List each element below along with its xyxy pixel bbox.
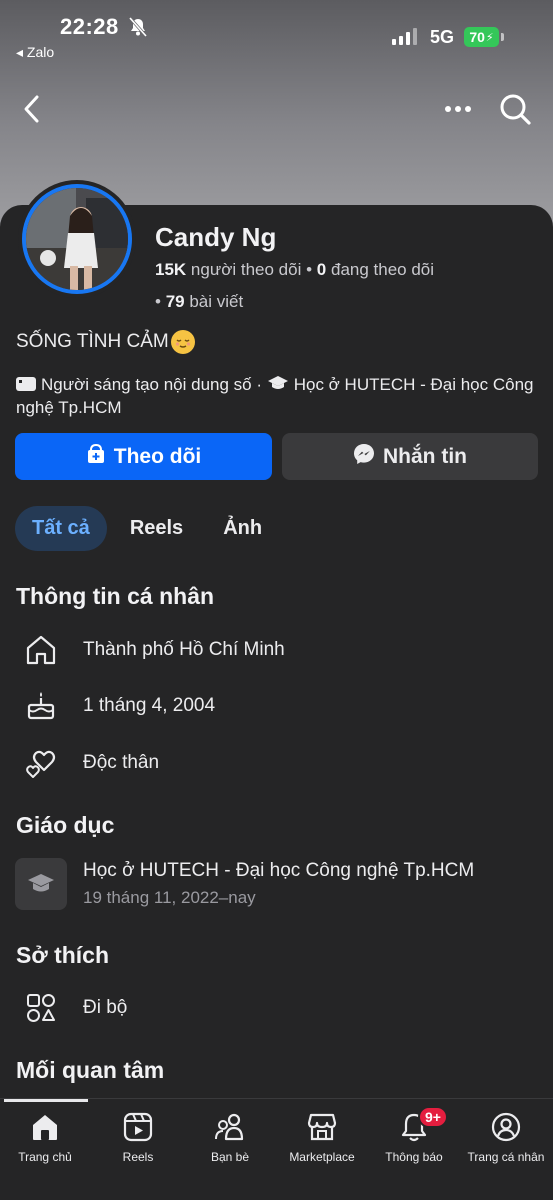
notification-badge: 9+ [418, 1106, 448, 1128]
messenger-icon [353, 443, 375, 471]
tabbar-marketplace[interactable]: Marketplace [277, 1110, 367, 1164]
hobby-row[interactable]: Đi bộ [0, 988, 553, 1028]
info-row-birthday: 1 tháng 4, 2004 [0, 686, 553, 726]
battery-icon: 70 ⚡ [464, 27, 499, 47]
hearts-icon [22, 744, 60, 782]
tabbar-friends-label: Bạn bè [210, 1150, 250, 1164]
network-type: 5G [430, 27, 455, 47]
info-relationship: Độc thân [83, 752, 160, 773]
follow-label: Theo dõi [113, 444, 202, 468]
profile-details: Người sáng tạo nội dung số · Học ở HUTEC… [16, 374, 534, 417]
friends-icon [213, 1110, 247, 1144]
follow-button[interactable]: Theo dõi [15, 433, 272, 480]
posts-count: 79 [165, 292, 185, 311]
info-birthday: 1 tháng 4, 2004 [83, 695, 216, 716]
back-to-app-link[interactable]: ◂ Zalo [16, 44, 54, 61]
education-period: 19 tháng 11, 2022–nay [83, 888, 256, 907]
clock: 22:28 [60, 14, 119, 39]
back-icon[interactable] [18, 92, 48, 126]
profile-icon [489, 1110, 523, 1144]
separator-dot: • [155, 292, 166, 311]
followers-count[interactable]: 15K [155, 260, 186, 279]
posts-stat: • 79 bài viết [155, 292, 243, 312]
tabbar-reels-label: Reels [122, 1150, 154, 1164]
tabbar-profile-label: Trang cá nhân [467, 1150, 545, 1164]
hobbies-icon [22, 989, 60, 1027]
status-bar: 22:28 ◂ Zalo 5G 70 ⚡ [0, 0, 553, 70]
search-icon[interactable] [496, 90, 534, 128]
tabbar-friends[interactable]: Bạn bè [185, 1110, 275, 1164]
info-row-relationship: Độc thân [0, 743, 553, 783]
bio-text: SỐNG TÌNH CẢM [16, 331, 169, 352]
followers-label[interactable]: người theo dõi [191, 260, 301, 279]
profile-tabs: Tất cả Reels Ảnh [15, 506, 285, 551]
info-city: Thành phố Hồ Chí Minh [83, 639, 285, 660]
hobbies-title: Sở thích [16, 942, 110, 968]
more-options-icon[interactable] [440, 95, 476, 123]
hobby-walking: Đi bộ [83, 997, 128, 1018]
avatar[interactable] [18, 180, 136, 298]
bio: SỐNG TÌNH CẢM [16, 330, 195, 354]
education-school[interactable]: Học ở HUTECH - Đại học Công nghệ Tp.HCM [83, 860, 474, 882]
tab-photos[interactable]: Ảnh [206, 506, 279, 551]
avatar-photo [22, 184, 132, 294]
signal-icon [392, 28, 417, 45]
tabbar-home-label: Trang chủ [18, 1150, 72, 1164]
tabbar-profile[interactable]: Trang cá nhân [461, 1110, 551, 1164]
tab-all[interactable]: Tất cả [15, 506, 107, 551]
home-icon [28, 1110, 62, 1144]
message-label: Nhắn tin [383, 444, 467, 468]
marketplace-icon [305, 1110, 339, 1144]
personal-info-title: Thông tin cá nhân [16, 583, 215, 609]
battery-level: 70 [469, 29, 485, 45]
message-button[interactable]: Nhắn tin [282, 433, 538, 480]
school-icon [15, 858, 67, 910]
posts-label: bài viết [189, 292, 244, 311]
relieved-face-icon [170, 330, 195, 354]
following-label[interactable]: đang theo dõi [331, 260, 434, 279]
tabbar-marketplace-label: Marketplace [289, 1150, 355, 1164]
home-icon [22, 631, 60, 669]
info-row-city: Thành phố Hồ Chí Minh [0, 630, 553, 670]
birthday-cake-icon [22, 687, 60, 725]
follow-icon [86, 443, 106, 470]
tabbar-home[interactable]: Trang chủ [0, 1110, 90, 1164]
separator-dot: • [306, 260, 317, 279]
active-tab-indicator [4, 1099, 88, 1102]
following-count[interactable]: 0 [317, 260, 326, 279]
reels-icon [121, 1110, 155, 1144]
clapperboard-icon [16, 374, 36, 391]
graduation-cap-icon [267, 374, 289, 390]
battery-tip [501, 33, 504, 41]
tab-reels[interactable]: Reels [113, 506, 200, 551]
interests-title: Mối quan tâm [16, 1057, 165, 1083]
tabbar-reels[interactable]: Reels [93, 1110, 183, 1164]
creator-label: Người sáng tạo nội dung số [41, 375, 252, 394]
tabbar-notifications-label: Thông báo [385, 1150, 443, 1164]
follow-stats: 15K người theo dõi • 0 đang theo dõi [155, 260, 434, 280]
profile-name: Candy Ng [155, 222, 277, 252]
bell-off-icon [127, 17, 149, 42]
education-title: Giáo dục [16, 812, 115, 838]
